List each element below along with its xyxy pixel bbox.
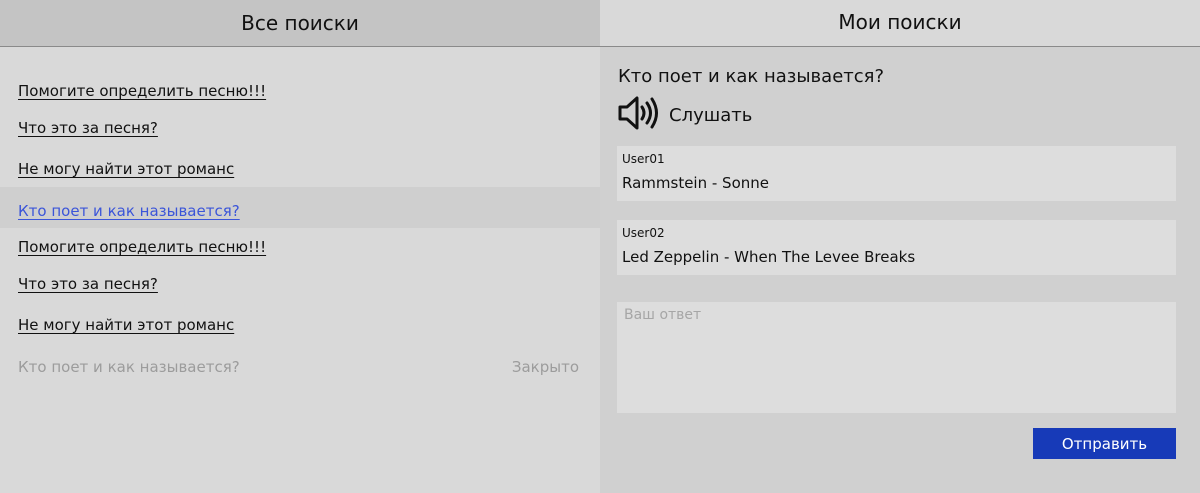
all-searches-panel: Все поиски Помогите определить песню!!! … [0,0,600,493]
search-link[interactable]: Помогите определить песню!!! [18,238,266,256]
search-link[interactable]: Не могу найти этот романс [18,316,234,334]
answer-text: Rammstein - Sonne [622,174,769,192]
list-item[interactable]: Что это за песня? [0,116,600,156]
reply-input[interactable] [617,302,1176,413]
answer-text: Led Zeppelin - When The Levee Breaks [622,248,916,266]
search-link[interactable]: Что это за песня? [18,275,158,293]
listen-button[interactable]: Слушать [617,96,752,134]
search-link[interactable]: Помогите определить песню!!! [18,82,266,100]
search-link[interactable]: Не могу найти этот романс [18,160,234,178]
answer-user: User02 [622,226,665,240]
list-item-selected[interactable]: Кто поет и как называется? [0,187,600,228]
status-closed: Закрыто [511,358,579,376]
list-item[interactable]: Не могу найти этот романс [0,313,600,353]
search-link[interactable]: Что это за песня? [18,119,158,137]
closed-search-title: Кто поет и как называется? [18,358,240,376]
answer-user: User01 [622,152,665,166]
question-title: Кто поет и как называется? [618,66,885,87]
search-link[interactable]: Кто поет и как называется? [18,202,240,220]
listen-label: Слушать [669,104,753,126]
tab-my-searches[interactable]: Мои поиски [600,0,1200,47]
list-item[interactable]: Помогите определить песню!!! [0,235,600,275]
answer-card: User02 Led Zeppelin - When The Levee Bre… [617,220,1176,275]
list-item-closed: Кто поет и как называется? Закрыто [0,355,600,395]
send-button[interactable]: Отправить [1033,428,1176,459]
tab-all-searches[interactable]: Все поиски [0,0,600,47]
answer-card: User01 Rammstein - Sonne [617,146,1176,201]
speaker-icon [617,94,661,136]
list-item[interactable]: Что это за песня? [0,272,600,312]
list-item[interactable]: Помогите определить песню!!! [0,79,600,119]
